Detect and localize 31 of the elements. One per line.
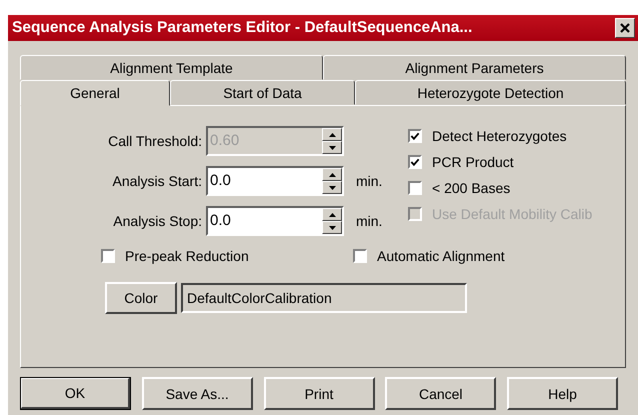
dialog-button[interactable]: Save As...	[142, 377, 253, 410]
number-field[interactable]: 0.0	[206, 206, 344, 236]
window-title: Sequence Analysis Parameters Editor - DefaultSequenceAna...	[12, 19, 474, 37]
calibration-field: DefaultColorCalibration	[181, 283, 467, 313]
spin-buttons[interactable]	[322, 208, 342, 234]
tab[interactable]: Heterozygote Detection	[355, 80, 626, 105]
field-label: Analysis Stop:	[112, 213, 203, 229]
checkbox[interactable]: < 200 Bases	[408, 180, 592, 196]
dialog-button[interactable]: Help	[507, 377, 618, 410]
tab[interactable]: Alignment Parameters	[323, 55, 626, 80]
dialog-button[interactable]: OK	[20, 377, 131, 410]
checkbox[interactable]: Detect Heterozygotes	[408, 128, 592, 144]
close-icon	[619, 22, 631, 34]
close-button[interactable]	[615, 18, 635, 38]
check-icon	[410, 130, 420, 142]
spin-buttons[interactable]	[322, 168, 342, 194]
field-label: Call Threshold:	[107, 133, 203, 149]
checkbox[interactable]: Automatic Alignment	[353, 248, 505, 264]
checkbox[interactable]: PCR Product	[408, 154, 592, 170]
check-icon	[410, 156, 420, 168]
number-field[interactable]: 0.0	[206, 166, 344, 196]
dialog-button[interactable]: Cancel	[385, 377, 496, 410]
tab[interactable]: General	[20, 80, 170, 106]
dialog-button[interactable]: Print	[264, 377, 374, 410]
color-button[interactable]: Color	[105, 282, 177, 314]
tab[interactable]: Start of Data	[170, 80, 355, 105]
unit-label: min.	[355, 213, 384, 229]
checkbox[interactable]: Pre-peak Reduction	[101, 248, 353, 264]
field-label: Analysis Start:	[112, 173, 203, 189]
tab[interactable]: Alignment Template	[20, 55, 323, 80]
unit-label: min.	[355, 173, 384, 189]
